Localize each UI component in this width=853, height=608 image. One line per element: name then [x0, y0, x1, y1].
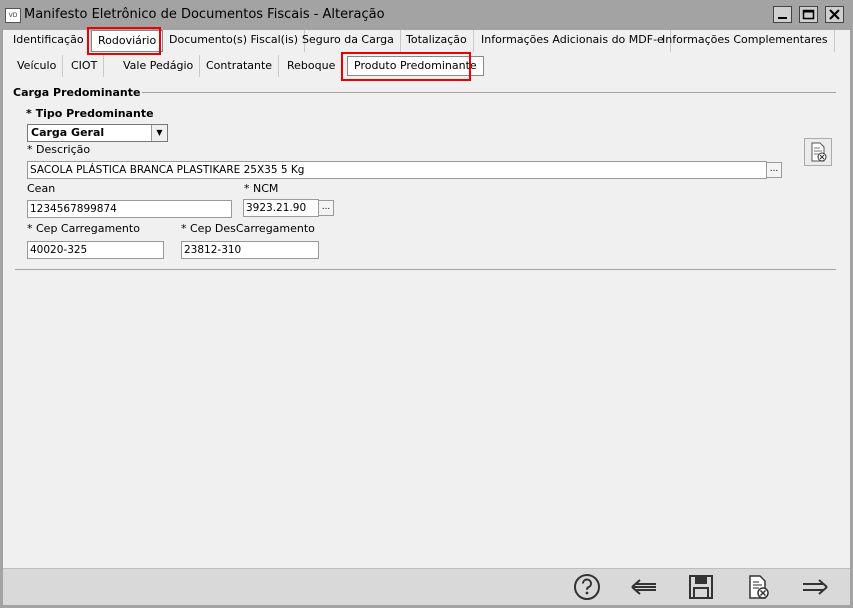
cep-descarregamento-label: * Cep DesCarregamento — [181, 222, 315, 235]
ncm-field[interactable]: 3923.21.90 — [243, 199, 319, 217]
save-icon — [689, 575, 713, 599]
ncm-lookup-button[interactable]: ... — [318, 200, 334, 216]
help-button[interactable] — [571, 573, 603, 601]
application-window: VD Manifesto Eletrônico de Documentos Fi… — [0, 0, 853, 608]
tab-documentos-fiscais[interactable]: Documento(s) Fiscal(is) — [163, 30, 306, 52]
cean-field[interactable]: 1234567899874 — [27, 200, 232, 218]
clear-document-button[interactable] — [804, 138, 832, 166]
document-cancel-icon — [811, 142, 827, 162]
tab-contratante[interactable]: Contratante — [200, 55, 280, 77]
cean-label: Cean — [27, 182, 56, 195]
tab-reboque[interactable]: Reboque — [281, 55, 343, 77]
descricao-lookup-button[interactable]: ... — [766, 162, 782, 178]
tab-ciot[interactable]: CIOT — [65, 55, 105, 77]
back-arrow-icon — [631, 579, 656, 595]
tab-identificacao[interactable]: Identificação — [7, 30, 91, 52]
cancel-document-button[interactable] — [742, 573, 774, 601]
maximize-icon — [802, 9, 815, 20]
forward-button[interactable] — [799, 573, 831, 601]
group-title: Carga Predominante — [11, 86, 143, 99]
help-icon — [574, 574, 600, 600]
forward-arrow-icon — [803, 579, 828, 595]
rodoviario-highlight — [87, 27, 161, 55]
minimize-icon — [778, 17, 787, 19]
tab-informacoes-complementares[interactable]: Informações Complementares — [656, 30, 835, 52]
save-button[interactable] — [685, 573, 717, 601]
bottom-toolbar — [3, 568, 850, 606]
tipo-predominante-value: Carga Geral — [31, 126, 105, 139]
tab-informacoes-adicionais[interactable]: Informações Adicionais do MDF-e — [475, 30, 671, 52]
minimize-button[interactable] — [773, 6, 792, 23]
cancel-document-icon — [749, 575, 769, 599]
maximize-button[interactable] — [799, 6, 818, 23]
descricao-label: * Descrição — [27, 143, 91, 156]
produto-predominante-highlight — [341, 52, 471, 81]
ncm-label: * NCM — [244, 182, 279, 195]
form-client-area: Identificação Rodoviário Documento(s) Fi… — [3, 27, 850, 568]
tipo-predominante-select[interactable]: Carga Geral ▼ — [27, 124, 168, 142]
cep-descarregamento-field[interactable]: 23812-310 — [181, 241, 319, 259]
close-icon — [829, 9, 840, 20]
tab-veiculo[interactable]: Veículo — [11, 55, 64, 77]
title-bar: VD Manifesto Eletrônico de Documentos Fi… — [0, 0, 853, 30]
tab-vale-pedagio[interactable]: Vale Pedágio — [117, 55, 201, 77]
descricao-field[interactable]: SACOLA PLÁSTICA BRANCA PLASTIKARE 25X35 … — [27, 161, 767, 179]
cep-carregamento-field[interactable]: 40020-325 — [27, 241, 164, 259]
cep-carregamento-label: * Cep Carregamento — [27, 222, 140, 235]
chevron-down-icon[interactable]: ▼ — [151, 125, 167, 141]
close-button[interactable] — [825, 6, 844, 23]
back-button[interactable] — [628, 573, 660, 601]
tab-totalizacao[interactable]: Totalização — [400, 30, 474, 52]
app-icon: VD — [5, 8, 21, 23]
window-title: Manifesto Eletrônico de Documentos Fisca… — [24, 7, 385, 22]
tab-seguro-da-carga[interactable]: Seguro da Carga — [296, 30, 401, 52]
tipo-predominante-label: * Tipo Predominante — [26, 107, 154, 120]
